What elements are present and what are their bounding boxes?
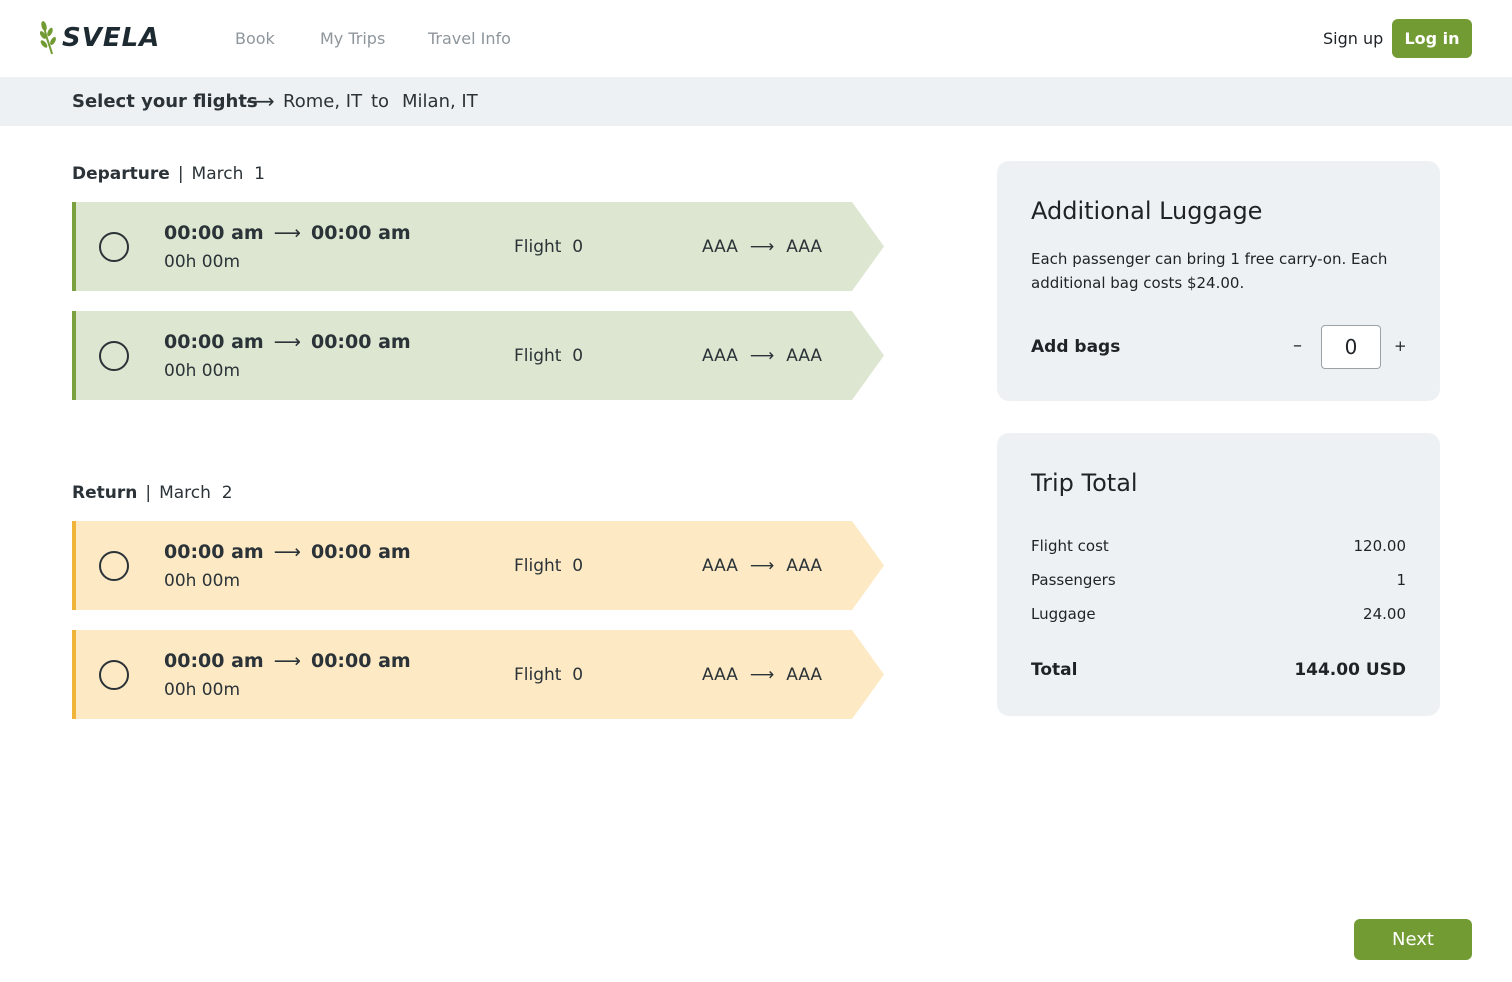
destination-city: Milan, IT xyxy=(402,91,478,112)
origin-code: AAA xyxy=(702,346,738,366)
flight-radio[interactable] xyxy=(99,551,129,581)
trip-total-panel: Trip Total Flight cost 120.00 Passengers… xyxy=(997,433,1440,716)
increment-button[interactable]: + xyxy=(1394,337,1407,355)
arrow-right-icon: ⟶ xyxy=(246,89,275,113)
return-date: March 2 xyxy=(159,483,233,503)
destination-code: AAA xyxy=(786,237,823,257)
flight-route: AAA ⟶ AAA xyxy=(702,346,822,366)
return-heading: Return | March 2 xyxy=(72,483,233,503)
add-bags-label: Add bags xyxy=(1031,337,1121,357)
flight-route: AAA ⟶ AAA xyxy=(702,237,822,257)
flight-times: 00:00 am ⟶ 00:00 am xyxy=(164,650,411,672)
leaf-icon xyxy=(40,21,56,55)
passengers-label: Passengers xyxy=(1031,571,1116,589)
signup-link[interactable]: Sign up xyxy=(1323,29,1383,48)
brand-logo[interactable]: SVELA xyxy=(40,20,160,56)
login-button[interactable]: Log in xyxy=(1392,19,1472,58)
flight-option-card[interactable]: 00:00 am ⟶ 00:00 am 00h 00m Flight 0 AAA ⟶ AAA xyxy=(72,202,884,291)
luggage-panel: Additional Luggage Each passenger can br… xyxy=(997,161,1440,401)
flight-route: AAA ⟶ AAA xyxy=(702,556,822,576)
origin-city: Rome, IT xyxy=(283,91,363,112)
flight-radio[interactable] xyxy=(99,341,129,371)
arrive-time: 00:00 am xyxy=(310,222,411,244)
bag-quantity-input[interactable]: 0 xyxy=(1321,325,1381,369)
flight-number: Flight 0 xyxy=(514,665,584,685)
flight-duration: 00h 00m xyxy=(164,571,241,591)
depart-time: 00:00 am xyxy=(164,650,264,672)
trip-total-title: Trip Total xyxy=(1031,469,1138,497)
to-word: to xyxy=(371,91,390,112)
next-button[interactable]: Next xyxy=(1354,919,1472,960)
origin-code: AAA xyxy=(702,556,738,576)
flight-route: AAA ⟶ AAA xyxy=(702,665,822,685)
luggage-cost-label: Luggage xyxy=(1031,605,1096,623)
arrow-right-icon: ⟶ xyxy=(273,331,301,353)
arrow-right-icon: ⟶ xyxy=(273,650,301,672)
arrow-right-icon: ⟶ xyxy=(749,556,775,576)
return-label: Return xyxy=(72,483,138,503)
top-header: SVELA Book My Trips Travel Info Sign up … xyxy=(0,0,1512,77)
breadcrumb: Select your flights ⟶ Rome, IT to Milan,… xyxy=(0,77,1512,126)
flight-option-card[interactable]: 00:00 am ⟶ 00:00 am 00h 00m Flight 0 AAA ⟶ AAA xyxy=(72,311,884,400)
brand-name: SVELA xyxy=(62,23,161,53)
flight-times: 00:00 am ⟶ 00:00 am xyxy=(164,541,411,563)
passengers-value: 1 xyxy=(1396,571,1406,589)
destination-code: AAA xyxy=(786,665,823,685)
arrive-time: 00:00 am xyxy=(310,541,411,563)
flight-duration: 00h 00m xyxy=(164,680,241,700)
separator: | xyxy=(177,164,184,184)
arrive-time: 00:00 am xyxy=(310,331,411,353)
separator: | xyxy=(145,483,152,503)
decrement-button[interactable]: – xyxy=(1293,335,1302,356)
departure-label: Departure xyxy=(72,164,170,184)
nav-travel-info[interactable]: Travel Info xyxy=(428,29,511,48)
flight-option-card[interactable]: 00:00 am ⟶ 00:00 am 00h 00m Flight 0 AAA ⟶ AAA xyxy=(72,521,884,610)
flight-radio[interactable] xyxy=(99,660,129,690)
arrive-time: 00:00 am xyxy=(310,650,411,672)
flight-number: Flight 0 xyxy=(514,237,584,257)
luggage-description: Each passenger can bring 1 free carry-on… xyxy=(1031,250,1388,292)
destination-code: AAA xyxy=(786,346,823,366)
depart-time: 00:00 am xyxy=(164,331,264,353)
arrow-right-icon: ⟶ xyxy=(749,237,775,257)
flight-times: 00:00 am ⟶ 00:00 am xyxy=(164,331,411,353)
flight-number: Flight 0 xyxy=(514,556,584,576)
luggage-cost-value: 24.00 xyxy=(1363,605,1406,623)
flight-option-card[interactable]: 00:00 am ⟶ 00:00 am 00h 00m Flight 0 AAA ⟶ AAA xyxy=(72,630,884,719)
arrow-right-icon: ⟶ xyxy=(273,541,301,563)
flight-times: 00:00 am ⟶ 00:00 am xyxy=(164,222,411,244)
nav-book[interactable]: Book xyxy=(235,29,275,48)
arrow-right-icon: ⟶ xyxy=(749,346,775,366)
arrow-right-icon: ⟶ xyxy=(749,665,775,685)
page-title: Select your flights xyxy=(72,91,258,112)
flight-radio[interactable] xyxy=(99,232,129,262)
departure-date: March 1 xyxy=(191,164,265,184)
flight-duration: 00h 00m xyxy=(164,361,241,381)
flight-duration: 00h 00m xyxy=(164,252,241,272)
depart-time: 00:00 am xyxy=(164,222,264,244)
flight-cost-value: 120.00 xyxy=(1353,537,1407,555)
nav-my-trips[interactable]: My Trips xyxy=(320,29,385,48)
total-label: Total xyxy=(1031,660,1078,680)
arrow-right-icon: ⟶ xyxy=(273,222,301,244)
luggage-title: Additional Luggage xyxy=(1031,197,1263,225)
origin-code: AAA xyxy=(702,665,738,685)
origin-code: AAA xyxy=(702,237,738,257)
departure-heading: Departure | March 1 xyxy=(72,164,265,184)
flight-number: Flight 0 xyxy=(514,346,584,366)
total-value: 144.00 USD xyxy=(1294,660,1406,680)
flight-cost-label: Flight cost xyxy=(1031,537,1109,555)
destination-code: AAA xyxy=(786,556,823,576)
depart-time: 00:00 am xyxy=(164,541,264,563)
